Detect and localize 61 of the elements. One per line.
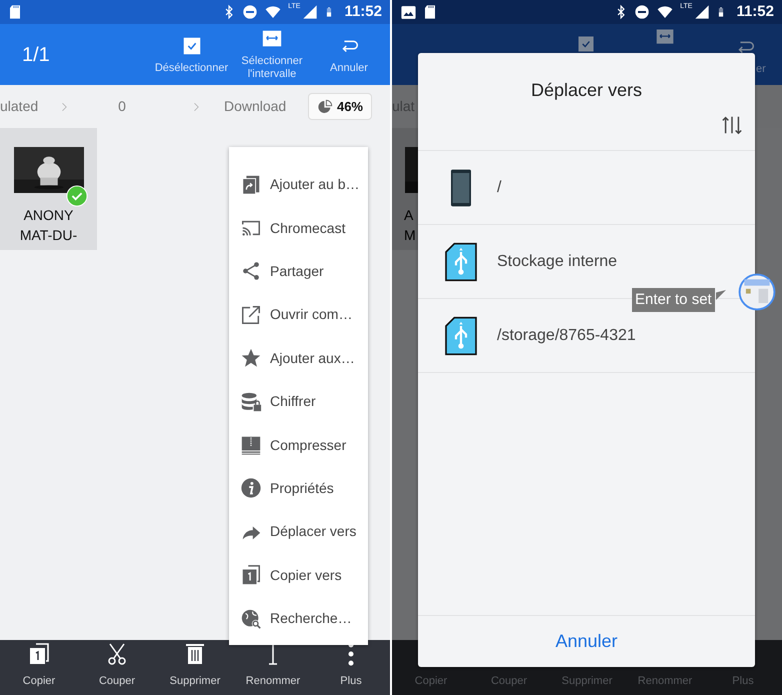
checkbox-icon bbox=[576, 34, 596, 54]
menu-item[interactable]: Propriétés bbox=[229, 466, 368, 510]
file-name: ANONY MAT-DU- bbox=[20, 206, 78, 245]
info-icon bbox=[240, 477, 262, 500]
signal-icon bbox=[302, 4, 318, 20]
share-icon bbox=[240, 260, 262, 282]
menu-item[interactable]: Compresser bbox=[229, 423, 368, 467]
sort-icon[interactable] bbox=[721, 114, 743, 136]
action-button[interactable]: Désélectionner bbox=[150, 26, 233, 82]
file-tile[interactable]: ANONY MAT-DU- bbox=[0, 128, 97, 250]
signal-icon bbox=[694, 4, 710, 20]
clock: 11:52 bbox=[736, 2, 774, 22]
globe-search-icon bbox=[240, 608, 262, 630]
toolbar-label: Plus bbox=[732, 674, 754, 688]
image-icon bbox=[400, 4, 417, 20]
menu-item[interactable]: Ajouter aux… bbox=[229, 336, 368, 380]
menu-item[interactable]: Ajouter au b… bbox=[229, 163, 368, 206]
toolbar-button[interactable]: Copier bbox=[0, 640, 78, 695]
breadcrumb-item[interactable]: Download bbox=[224, 96, 286, 117]
breadcrumb-item[interactable]: ulated bbox=[0, 96, 38, 117]
toolbar-label: Couper bbox=[490, 674, 528, 688]
tooltip-tail-icon bbox=[716, 290, 726, 300]
bookmark-icon bbox=[240, 174, 262, 196]
toolbar-label: Renommer bbox=[638, 674, 692, 688]
action-label: er bbox=[756, 62, 766, 77]
floating-bubble-icon[interactable] bbox=[738, 273, 776, 311]
toolbar-button[interactable]: Supprimer bbox=[156, 640, 234, 695]
star-icon bbox=[240, 347, 262, 370]
file-name: A M bbox=[404, 206, 417, 245]
action-button[interactable]: Annuler bbox=[311, 26, 387, 82]
toolbar-button[interactable]: Couper bbox=[78, 640, 156, 695]
breadcrumb-item[interactable]: 0 bbox=[118, 96, 126, 117]
do-not-disturb-icon bbox=[242, 4, 258, 20]
selection-count: 1/1 bbox=[21, 42, 51, 68]
location-item[interactable]: / bbox=[418, 150, 755, 224]
do-not-disturb-icon bbox=[634, 4, 650, 20]
menu-item[interactable]: Ouvrir com… bbox=[229, 293, 368, 337]
copy-icon bbox=[240, 564, 262, 586]
toolbar-button[interactable]: Plus bbox=[312, 640, 390, 695]
clock: 11:52 bbox=[344, 2, 382, 22]
database-lock-icon bbox=[240, 390, 262, 413]
open-external-icon bbox=[240, 304, 262, 326]
wifi-icon bbox=[264, 4, 282, 20]
tooltip: Enter to set bbox=[632, 288, 715, 312]
menu-item[interactable]: Partager bbox=[229, 250, 368, 294]
toolbar-label: Copier bbox=[414, 674, 448, 688]
menu-item[interactable]: Déplacer vers bbox=[229, 510, 368, 554]
dialog-title: Déplacer vers bbox=[530, 79, 644, 102]
cancel-button[interactable]: Annuler bbox=[418, 615, 755, 667]
archive-icon bbox=[240, 434, 262, 456]
toolbar-label: Supprimer bbox=[562, 674, 612, 688]
toolbar-button[interactable]: Renommer bbox=[234, 640, 312, 695]
pie-chart-icon bbox=[316, 98, 333, 114]
menu-item[interactable]: Recherche… bbox=[229, 596, 368, 640]
checkmark-icon bbox=[66, 185, 88, 207]
wifi-icon bbox=[656, 4, 674, 20]
menu-item[interactable]: Chiffrer bbox=[229, 380, 368, 424]
menu-item[interactable]: Copier vers bbox=[229, 554, 368, 597]
menu-item[interactable]: Chromecast bbox=[229, 206, 368, 250]
action-button[interactable]: Sélectionner l'intervalle bbox=[233, 26, 311, 82]
storage-indicator: 46% bbox=[308, 92, 372, 120]
